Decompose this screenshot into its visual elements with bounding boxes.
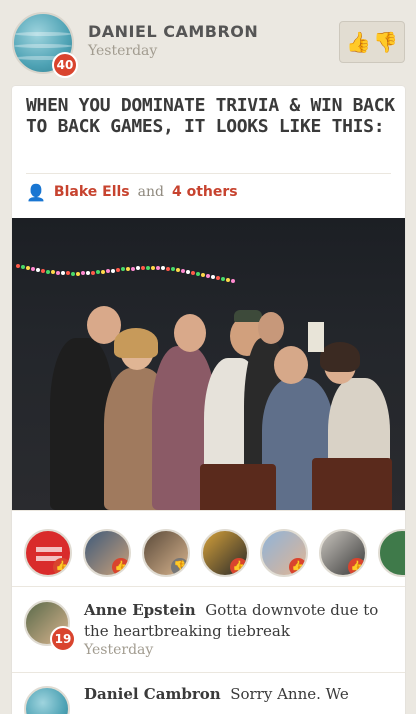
light-bulb [201,272,205,277]
reaction-avatar[interactable]: 👍 [24,529,72,577]
light-bulb [106,269,110,274]
commenter-name[interactable]: Anne Epstein [84,601,196,619]
vote-button[interactable]: 👍 👎 [339,21,405,63]
light-bulb [191,270,195,275]
light-bulb [91,270,95,275]
light-bulb [41,268,45,273]
liker-name-link[interactable]: Blake Ells [54,184,130,200]
light-bulb [186,269,190,274]
comment: Daniel Cambron Sorry Anne. We [12,672,405,714]
light-bulb [166,266,170,271]
post-card: WHEN YOU DOMINATE TRIVIA & WIN BACK TO B… [12,86,405,714]
reaction-avatar[interactable]: 👍 [260,529,308,577]
light-bulb [51,270,55,275]
thumbs-up-icon: 👍 [346,30,371,54]
reaction-avatar[interactable]: 👍 [201,529,249,577]
comment-body: Anne Epstein Gotta downvote due to the h… [84,600,389,658]
commenter-score-badge: 19 [50,626,76,652]
comment-timestamp: Yesterday [84,642,154,658]
light-bulb [76,271,80,276]
thumbs-down-icon: 👎 [373,30,398,54]
reaction-avatar[interactable]: 👍 [83,529,131,577]
light-bulb [131,266,135,271]
person-head [174,314,206,352]
comment-body: Daniel Cambron Sorry Anne. We [84,684,389,705]
person-hair [114,328,158,358]
string-lights [12,258,242,288]
light-bulb [111,268,115,273]
light-bulb [161,266,165,271]
thumbs-up-icon: 👍 [348,558,365,575]
person-hair [320,342,360,372]
light-bulb [171,267,175,272]
light-bulb [176,267,180,272]
light-bulb [136,266,140,271]
chair [312,458,392,510]
light-bulb [211,274,215,279]
light-bulb [81,271,85,276]
thumbs-up-icon: 👍 [289,558,306,575]
chair [200,464,276,510]
light-bulb [96,270,100,275]
light-bulb [101,269,105,274]
thumbs-up-icon: 👍 [230,558,247,575]
light-bulb [61,271,65,276]
likes-connector: and [137,184,164,200]
light-bulb [216,275,220,280]
reaction-avatar[interactable]: 👎 [142,529,190,577]
person-head [274,346,308,384]
light-bulb [121,267,125,272]
light-bulb [56,270,60,275]
light-bulb [71,271,75,276]
add-person-icon: 👤 [26,182,46,202]
reaction-avatar[interactable]: 👍 [319,529,367,577]
comment: 19 Anne Epstein Gotta downvote due to th… [12,586,405,672]
light-bulb [141,265,145,270]
light-bulb [181,268,185,273]
light-bulb [226,277,230,282]
light-bulb [206,273,210,278]
likes-row: 👤 Blake Ells and 4 others [26,181,238,203]
light-bulb [86,271,90,276]
light-bulb [151,265,155,270]
thumbs-down-icon: 👎 [171,558,188,575]
post-timestamp: Yesterday [88,43,158,59]
person-cap [234,310,262,322]
reactions-row: 👍 👍 👎 👍 👍 👍 [12,510,405,586]
light-bulb [156,266,160,270]
light-bulb [126,266,130,271]
light-bulb [146,265,150,270]
light-bulb [66,271,70,276]
reaction-avatar[interactable] [378,529,405,577]
post-photo[interactable] [12,218,405,510]
commenter-name[interactable]: Daniel Cambron [84,685,221,703]
light-bulb [31,267,35,272]
light-bulb [231,278,235,283]
commenter-avatar[interactable] [24,686,70,714]
light-bulb [116,268,120,273]
author-score-badge: 40 [52,52,78,78]
light-bulb [221,276,225,281]
comment-text: Sorry Anne. We [230,685,349,703]
thumbs-up-icon: 👍 [53,558,70,575]
light-bulb [196,271,200,276]
thumbs-up-icon: 👍 [112,558,129,575]
divider [26,173,391,174]
likes-others-link[interactable]: 4 others [172,184,238,200]
post-header: 40 DANIEL CAMBRON Yesterday 👍 👎 [0,0,416,88]
light-bulb [16,264,20,268]
light-bulb [46,269,50,274]
light-bulb [26,266,30,271]
post-title: WHEN YOU DOMINATE TRIVIA & WIN BACK TO B… [26,95,395,137]
person-head [258,312,284,344]
author-name[interactable]: DANIEL CAMBRON [88,22,258,41]
light-bulb [21,265,25,270]
author-avatar[interactable]: 40 [12,12,78,78]
wall-light [308,322,324,352]
light-bulb [36,268,40,273]
